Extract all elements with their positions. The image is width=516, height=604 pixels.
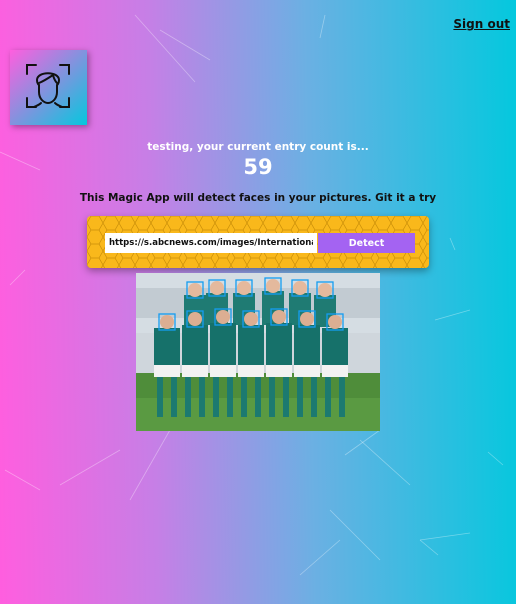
entry-count-message: testing, your current entry count is... [147, 141, 369, 153]
app-logo[interactable] [10, 50, 87, 125]
entry-count-value: 59 [243, 155, 273, 179]
team-photo-image [136, 273, 380, 431]
team-photo [136, 273, 380, 431]
detect-button[interactable]: Detect [318, 233, 415, 253]
image-url-form: Detect [87, 216, 429, 268]
face-recognition-icon [26, 64, 70, 108]
sign-out-link[interactable]: Sign out [453, 17, 510, 31]
app-tagline: This Magic App will detect faces in your… [79, 192, 437, 204]
image-url-input[interactable] [105, 233, 317, 253]
